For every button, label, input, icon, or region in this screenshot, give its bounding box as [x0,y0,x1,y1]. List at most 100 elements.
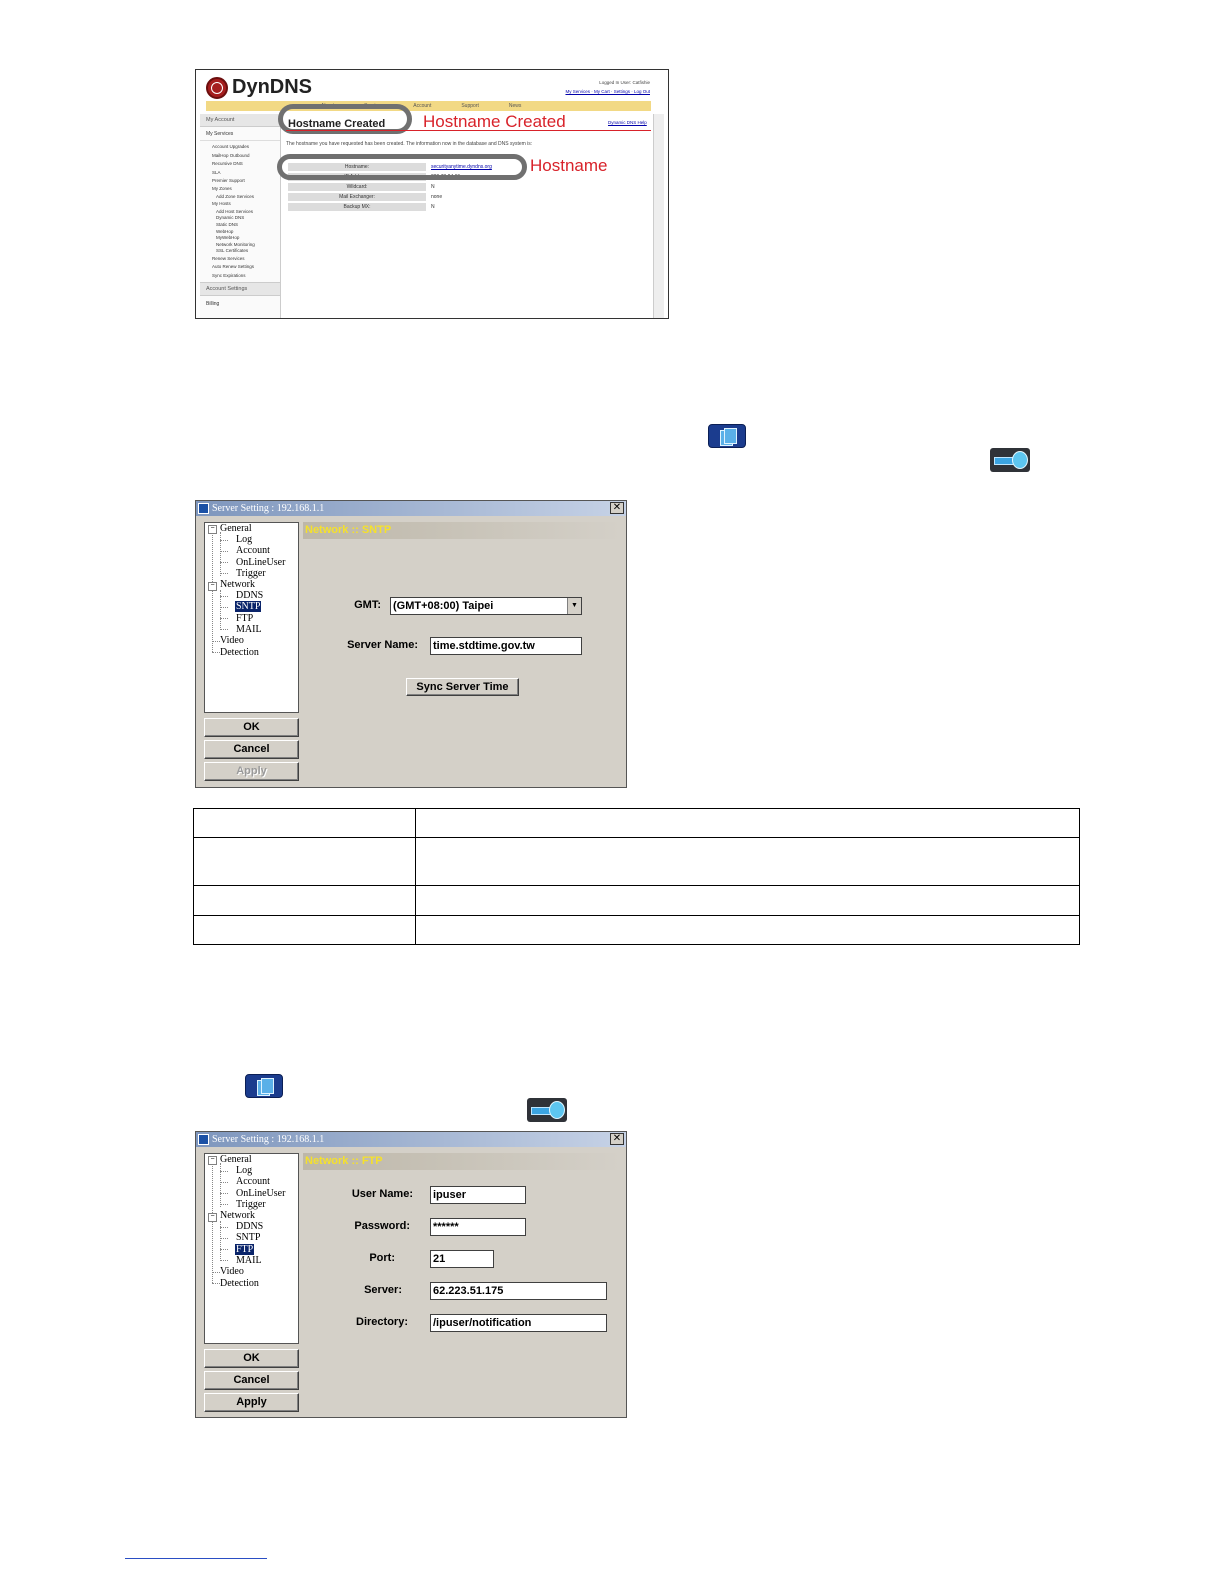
gmt-select[interactable]: (GMT+08:00) Taipei ▼ [390,597,582,615]
tree-node-trigger[interactable]: Trigger [236,1199,266,1210]
nav-item[interactable]: News [509,103,522,109]
apply-button[interactable]: Apply [204,1393,299,1412]
tree-node-ftp[interactable]: FTP [236,613,253,624]
tree-node-video[interactable]: Video [220,635,244,646]
directory-input[interactable]: /ipuser/notification [430,1314,607,1332]
collapse-icon[interactable]: − [208,582,217,591]
network-icon[interactable] [527,1098,567,1122]
apply-button[interactable]: Apply [204,762,299,781]
dialog-title: Server Setting : 192.168.1.1 [212,1134,325,1145]
sidebar-item[interactable]: Account Upgrades [200,143,280,151]
tree-node-onlineuser[interactable]: OnLineUser [236,1188,285,1199]
title-underline [286,130,651,131]
sidebar-subitem[interactable]: Static DNS [200,222,280,229]
username-label: User Name: [351,1188,413,1200]
tree-node-general[interactable]: General [220,1154,252,1165]
collapse-icon[interactable]: − [208,525,217,534]
tree-node-sntp[interactable]: SNTP [235,601,262,612]
sidebar-item[interactable]: Premier Support [200,177,280,185]
sidebar-item[interactable]: My Hosts [200,200,280,208]
table-row [193,885,1080,916]
sidebar-item[interactable]: Renew Services [200,255,280,263]
password-label: Password: [354,1220,410,1232]
sidebar-item[interactable]: Auto Renew Settings [200,263,280,271]
password-input[interactable]: ****** [430,1218,526,1236]
dialog-titlebar[interactable]: Server Setting : 192.168.1.1 ✕ [196,1132,626,1147]
tree-node-general[interactable]: General [220,523,252,534]
sidebar-item[interactable]: My Zones [200,185,280,193]
globe-icon [206,76,228,99]
dialog-titlebar[interactable]: Server Setting : 192.168.1.1 ✕ [196,501,626,516]
dyndns-logo: DynDNS [206,76,312,99]
collapse-icon[interactable]: − [208,1156,217,1165]
sidebar-subitem[interactable]: Add Host Services [200,209,280,216]
ok-button[interactable]: OK [204,1349,299,1368]
sidebar-subitem[interactable]: Dynamic DNS [200,215,280,222]
tree-node-ddns[interactable]: DDNS [236,590,263,601]
cancel-button[interactable]: Cancel [204,1371,299,1390]
tree-node-onlineuser[interactable]: OnLineUser [236,557,285,568]
sidebar-subitem[interactable]: WebHop [200,229,280,236]
top-links[interactable]: My Services · My Cart · Settings · Log O… [565,87,650,96]
gmt-value: (GMT+08:00) Taipei [393,600,494,612]
sidebar-item[interactable]: SLA [200,169,280,177]
server-settings-icon[interactable] [708,424,746,448]
callout-label: Hostname [530,156,608,175]
sync-server-time-button[interactable]: Sync Server Time [406,678,519,696]
chevron-down-icon[interactable]: ▼ [567,598,581,614]
table-row [193,837,1080,886]
tree-node-mail[interactable]: MAIL [236,1255,262,1266]
sidebar-my-services[interactable]: My Services [200,130,280,138]
scrollbar[interactable] [653,114,664,318]
table-row: Wildcard: N [288,183,492,191]
nav-item[interactable]: Account [413,103,431,109]
cancel-button[interactable]: Cancel [204,740,299,759]
gmt-label: GMT: [354,599,381,611]
tree-node-ftp[interactable]: FTP [235,1244,255,1255]
port-input[interactable]: 21 [430,1250,494,1268]
tree-node-account[interactable]: Account [236,1176,270,1187]
tree-node-sntp[interactable]: SNTP [236,1232,260,1243]
close-icon[interactable]: ✕ [610,502,624,514]
tree-node-ddns[interactable]: DDNS [236,1221,263,1232]
server-settings-icon[interactable] [245,1074,283,1098]
tree-node-trigger[interactable]: Trigger [236,568,266,579]
tree-node-log[interactable]: Log [236,1165,252,1176]
sidebar-item[interactable]: Sync Expirations [200,272,280,280]
sidebar-subitem[interactable]: Network Monitoring [200,242,280,249]
collapse-icon[interactable]: − [208,1213,217,1222]
nav-item[interactable]: Support [461,103,479,109]
sidebar-subitem[interactable]: Add Zone Services [200,194,280,201]
network-icon[interactable] [990,448,1030,472]
dialog-title: Server Setting : 192.168.1.1 [212,503,325,514]
sidebar-billing[interactable]: Billing [200,300,280,308]
server-input[interactable]: 62.223.51.175 [430,1282,607,1300]
ok-button[interactable]: OK [204,718,299,737]
sidebar-item[interactable]: Recursive DNS [200,160,280,168]
tree-node-detection[interactable]: Detection [220,1278,259,1289]
tree-node-mail[interactable]: MAIL [236,624,262,635]
sidebar-item[interactable]: MailHop Outbound [200,152,280,160]
tree-node-video[interactable]: Video [220,1266,244,1277]
detail-value: N [431,204,435,210]
dyndns-nav: About Services Account Support News [206,101,651,111]
sidebar-account-settings[interactable]: Account Settings [200,282,280,297]
sidebar-subitem[interactable]: SSL Certificates [200,248,280,255]
table-row [193,808,1080,838]
server-name-input[interactable]: time.stdtime.gov.tw [430,637,582,655]
sntp-settings-dialog: Server Setting : 192.168.1.1 ✕ − − Gener… [195,500,627,788]
parameter-table [193,808,1080,945]
table-row [193,915,1080,945]
tree-node-detection[interactable]: Detection [220,647,259,658]
username-input[interactable]: ipuser [430,1186,526,1204]
tree-node-account[interactable]: Account [236,545,270,556]
tree-node-network[interactable]: Network [220,1210,255,1221]
sidebar-subitem[interactable]: MyWebHop [200,235,280,242]
tree-node-network[interactable]: Network [220,579,255,590]
close-icon[interactable]: ✕ [610,1133,624,1145]
settings-tree: − − General Log Account OnLineUser Trigg… [204,522,299,713]
tree-node-log[interactable]: Log [236,534,252,545]
help-link[interactable]: Dynamic DNS Help [608,120,647,125]
account-links: Logged In User: Catfishie My Services · … [565,78,650,96]
sidebar-my-account[interactable]: My Account [200,114,280,127]
